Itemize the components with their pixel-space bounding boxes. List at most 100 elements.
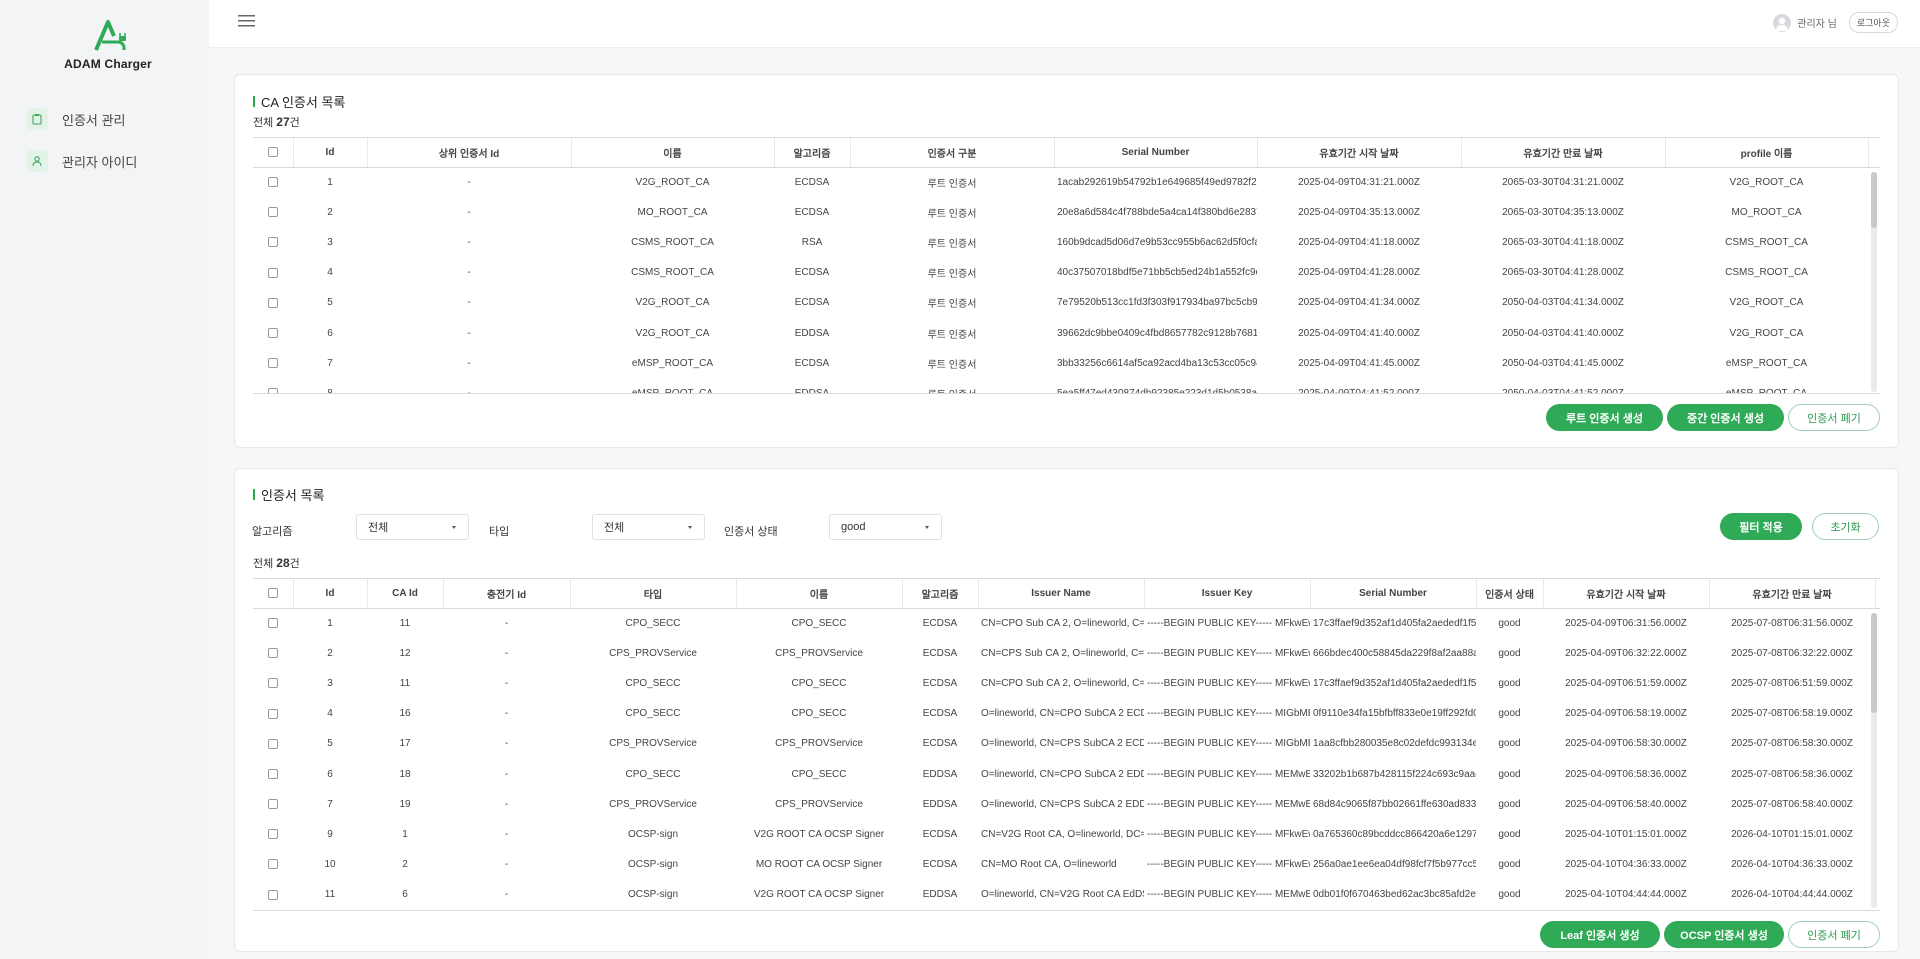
type-select[interactable]: 전체: [592, 514, 705, 540]
create-ocsp-cert-button[interactable]: OCSP 인증서 생성: [1664, 921, 1784, 948]
table-cell: good: [1498, 828, 1521, 840]
scroll-thumb[interactable]: [1871, 613, 1877, 713]
create-leaf-cert-button[interactable]: Leaf 인증서 생성: [1540, 921, 1660, 948]
table-row[interactable]: 7 19 - CPS_PROVService CPS_PROVService EDDSA O…: [253, 789, 1880, 819]
cert-panel-title-text: 인증서 목록: [261, 488, 325, 503]
title-accent-bar: [253, 96, 255, 107]
create-intermediate-cert-button[interactable]: 중간 인증서 생성: [1667, 404, 1784, 431]
row-checkbox[interactable]: [253, 759, 293, 789]
table-row[interactable]: 6 18 - CPO_SECC CPO_SECC EDDSA O=lineworld, CN…: [253, 759, 1880, 789]
scroll-gutter: [1875, 579, 1880, 609]
table-row[interactable]: 4 16 - CPO_SECC CPO_SECC ECDSA O=lineworld, CN…: [253, 699, 1880, 729]
table-cell: eMSP_ROOT_CA: [1725, 357, 1808, 369]
table-cell: 2025-04-09T04:41:28.000Z: [1298, 267, 1420, 279]
table-row[interactable]: 10 2 - OCSP-sign MO ROOT CA OCSP Signer ECDSA…: [253, 850, 1880, 880]
table-cell: 33202b1b687b428115f224c693c9aac1: [1313, 768, 1476, 780]
table-row[interactable]: 5 17 - CPS_PROVService CPS_PROVService ECDSA O…: [253, 729, 1880, 759]
apply-filter-button[interactable]: 필터 적용: [1720, 513, 1802, 540]
revoke-ca-cert-button[interactable]: 인증서 폐기: [1788, 404, 1880, 431]
row-checkbox[interactable]: [253, 318, 293, 348]
select-all-checkbox[interactable]: [253, 579, 294, 609]
sidebar-item-admin-id[interactable]: 관리자 아이디: [26, 148, 137, 174]
table-cell: -: [467, 206, 471, 218]
table-cell: OCSP-sign: [627, 889, 678, 901]
table-row[interactable]: 1 11- CPO_SECC CPO_SECC ECDSA CN=CPO Sub CA 2…: [253, 608, 1880, 638]
table-cell: CN=V2G Root CA, O=lineworld, DC=V2G: [981, 828, 1144, 840]
scroll-thumb[interactable]: [1871, 172, 1877, 228]
reset-filter-button[interactable]: 초기화: [1812, 513, 1879, 540]
ca-certificate-panel: CA 인증서 목록 전체 27건 Id 상위 인증서 Id 이름 알고리즘 인증…: [234, 74, 1899, 448]
table-cell: ECDSA: [922, 738, 958, 750]
table-cell: 256a0ae1ee6ea04df98fcf7f5b977cc51: [1313, 859, 1476, 871]
select-all-checkbox[interactable]: [253, 138, 294, 168]
table-cell: CPO_SECC: [791, 708, 847, 720]
status-select[interactable]: good: [829, 514, 942, 540]
table-cell: CPO_SECC: [791, 768, 847, 780]
ca-action-buttons: 루트 인증서 생성 중간 인증서 생성 인증서 폐기: [1546, 404, 1880, 431]
row-checkbox[interactable]: [253, 608, 293, 638]
row-checkbox[interactable]: [253, 819, 293, 849]
logo[interactable]: ADAM Charger: [58, 18, 158, 71]
row-checkbox[interactable]: [253, 227, 293, 257]
row-checkbox[interactable]: [253, 789, 293, 819]
table-cell: MO_ROOT_CA: [1731, 206, 1802, 218]
column-header: profile 이름: [1665, 138, 1869, 168]
revoke-cert-button[interactable]: 인증서 폐기: [1788, 921, 1880, 948]
hamburger-menu-icon[interactable]: [238, 14, 255, 31]
table-cell: 2050-04-03T04:41:45.000Z: [1502, 357, 1624, 369]
table-cell: 11: [399, 617, 411, 629]
row-checkbox[interactable]: [253, 699, 293, 729]
table-row[interactable]: 8 - eMSP_ROOT_CA EDDSA 루트 인증서5ea5ff47ed43087…: [253, 378, 1880, 394]
table-cell: OCSP-sign: [627, 859, 678, 871]
table-row[interactable]: 6 - V2G_ROOT_CA EDDSA 루트 인증서 39662dc9bbe0409c…: [253, 318, 1880, 348]
table-cell: O=lineworld, CN=CPS SubCA 2 EDDSA: [981, 798, 1144, 810]
table-cell: CN=MO Root CA, O=lineworld: [981, 859, 1117, 871]
table-cell: 2: [327, 647, 333, 659]
table-cell: 9: [327, 828, 333, 840]
table-cell: ECDSA: [922, 859, 958, 871]
algorithm-select[interactable]: 전체: [356, 514, 469, 540]
table-cell: EDDSA: [794, 387, 830, 394]
table-cell: CPO_SECC: [791, 677, 847, 689]
row-checkbox[interactable]: [253, 288, 293, 318]
row-checkbox[interactable]: [253, 668, 293, 698]
create-root-cert-button[interactable]: 루트 인증서 생성: [1546, 404, 1663, 431]
table-row[interactable]: 2 12 - CPS_PROVService CPS_PROVService ECDSA C…: [253, 638, 1880, 668]
column-header: Serial Number: [1310, 579, 1477, 609]
status-filter-label: 인증서 상태: [724, 526, 778, 538]
row-checkbox[interactable]: [253, 197, 293, 227]
ca-table-scrollbar[interactable]: [1871, 172, 1877, 392]
table-cell: 16: [399, 708, 411, 720]
table-cell: -: [504, 617, 509, 629]
table-row[interactable]: 7 - eMSP_ROOT_CA ECDSA 루트 인증서 3bb33256c6614af…: [253, 348, 1880, 378]
column-header: 유효기간 만료 날짜: [1461, 138, 1666, 168]
row-checkbox[interactable]: [253, 258, 293, 288]
row-checkbox[interactable]: [253, 729, 293, 759]
row-checkbox[interactable]: [253, 880, 293, 910]
table-cell: 2025-04-09T06:58:36.000Z: [1565, 768, 1687, 780]
sidebar-item-certificate-management[interactable]: 인증서 관리: [26, 106, 125, 132]
table-cell: 2050-04-03T04:41:52.000Z: [1502, 387, 1624, 394]
row-checkbox[interactable]: [253, 167, 293, 197]
row-checkbox[interactable]: [253, 378, 293, 393]
table-row[interactable]: 9 1 - OCSP-sign V2G ROOT CA OCSP Signer ECDSA…: [253, 819, 1880, 849]
table-cell: 10: [324, 859, 336, 871]
column-header: Serial Number: [1054, 138, 1258, 168]
table-cell: -: [467, 357, 471, 369]
table-row[interactable]: 5 - V2G_ROOT_CA ECDSA 루트 인증서 7e79520b513cc1fd…: [253, 288, 1880, 318]
table-cell: CN=CPO Sub CA 2, O=lineworld, C=KR: [981, 677, 1144, 689]
row-checkbox[interactable]: [253, 348, 293, 378]
table-row[interactable]: 3 - CSMS_ROOT_CA RSA 루트 인증서 160b9dcad5d06d7e9…: [253, 227, 1880, 257]
row-checkbox[interactable]: [253, 638, 293, 668]
table-cell: 2026-04-10T04:44:44.000Z: [1731, 889, 1853, 901]
table-cell: ECDSA: [794, 206, 830, 218]
table-row[interactable]: 3 11 - CPO_SECC CPO_SECC ECDSA CN=CPO Sub CA 2…: [253, 668, 1880, 698]
cert-table-scrollbar[interactable]: [1871, 613, 1877, 908]
table-row[interactable]: 11 6 - OCSP-sign V2G ROOT CA OCSP Signer EDDS…: [253, 880, 1880, 910]
table-row[interactable]: 2 - MO_ROOT_CA ECDSA 루트 인증서 20e8a6d584c4f788b…: [253, 197, 1880, 227]
table-row[interactable]: 4 - CSMS_ROOT_CA ECDSA 루트 인증서 40c37507018bdf5…: [253, 258, 1880, 288]
cert-count: 전체 28건: [253, 555, 300, 571]
table-row[interactable]: 1 - V2G_ROOT_CA ECDSA 루트 인증서 1acab292619b5479…: [253, 167, 1880, 197]
logout-button[interactable]: 로그아웃: [1848, 12, 1898, 33]
row-checkbox[interactable]: [253, 850, 293, 880]
